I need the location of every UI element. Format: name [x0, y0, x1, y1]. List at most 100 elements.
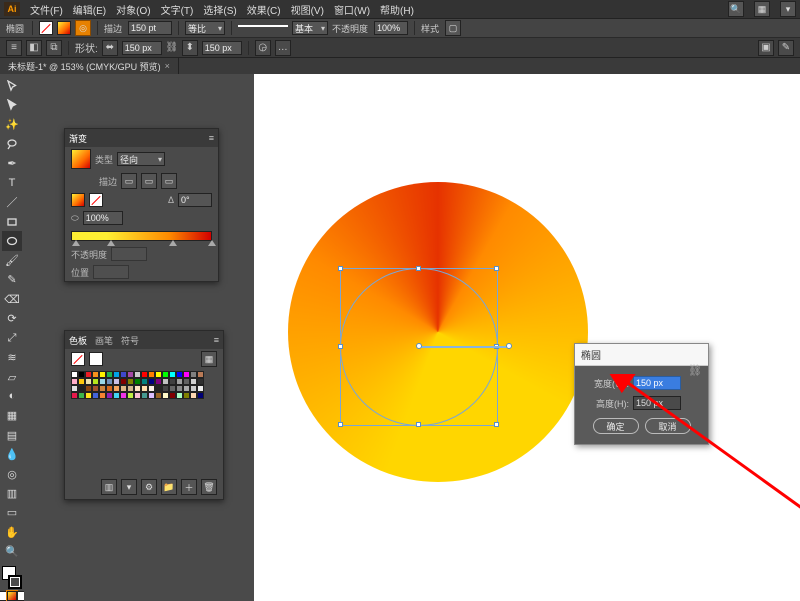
swatch-cell[interactable] [134, 378, 141, 385]
swatch-cell[interactable] [106, 385, 113, 392]
swatch-cell[interactable] [106, 378, 113, 385]
swatch-cell[interactable] [127, 385, 134, 392]
isolate-icon[interactable]: ▣ [758, 40, 774, 56]
new-group-icon[interactable]: 📁 [161, 479, 177, 495]
swatch-cell[interactable] [134, 385, 141, 392]
type-tool[interactable]: T [2, 173, 22, 192]
delete-swatch-icon[interactable]: 🗑 [201, 479, 217, 495]
pen-tool[interactable]: ✒ [2, 154, 22, 173]
swatch-cell[interactable] [85, 378, 92, 385]
swatch-cell[interactable] [71, 378, 78, 385]
gradient-aspect-input[interactable]: 100% [83, 211, 123, 225]
swatch-options-icon[interactable]: ⚙ [141, 479, 157, 495]
swatch-cell[interactable] [134, 371, 141, 378]
color-mode-gradient[interactable] [7, 591, 17, 601]
menu-effect[interactable]: 效果(C) [247, 2, 281, 17]
swatch-cell[interactable] [106, 392, 113, 399]
paintbrush-tool[interactable]: 🖌 [2, 251, 22, 270]
menu-file[interactable]: 文件(F) [30, 2, 63, 17]
panel-menu-icon[interactable]: ≡ [209, 133, 214, 143]
gradient-angle-input[interactable]: 0° [178, 193, 212, 207]
swatch-cell[interactable] [92, 371, 99, 378]
swatch-cell[interactable] [141, 371, 148, 378]
swatch-cell[interactable] [120, 378, 127, 385]
bbox-handle[interactable] [416, 266, 421, 271]
corner-icon[interactable]: ◶ [255, 40, 271, 56]
swatch-cell[interactable] [141, 392, 148, 399]
fill-swatch[interactable] [39, 21, 53, 35]
swatch-view-icon[interactable]: ▦ [201, 351, 217, 367]
eraser-tool[interactable]: ⌫ [2, 290, 22, 309]
lasso-tool[interactable] [2, 134, 22, 153]
swatch-cell[interactable] [85, 371, 92, 378]
more-shape-icon[interactable]: … [275, 40, 291, 56]
swatch-cell[interactable] [127, 378, 134, 385]
swatch-cell[interactable] [99, 392, 106, 399]
swatch-cell[interactable] [106, 371, 113, 378]
shape-builder-tool[interactable]: ◐ [2, 387, 22, 406]
swatch-cell[interactable] [197, 392, 204, 399]
bbox-handle[interactable] [494, 266, 499, 271]
document-tab[interactable]: 未标题-1* @ 153% (CMYK/GPU 预览) × [0, 58, 179, 74]
swatch-cell[interactable] [120, 371, 127, 378]
swatch-cell[interactable] [148, 378, 155, 385]
new-swatch-icon[interactable]: ＋ [181, 479, 197, 495]
gradient-fill-thumb[interactable] [71, 193, 85, 207]
gradient-tool[interactable]: ▤ [2, 426, 22, 445]
gradient-stroke-thumb[interactable] [89, 193, 103, 207]
swatch-cell[interactable] [176, 392, 183, 399]
swatch-cell[interactable] [183, 385, 190, 392]
menu-window[interactable]: 窗口(W) [334, 2, 370, 17]
gradient-annotator[interactable] [419, 346, 509, 348]
swatch-cell[interactable] [148, 371, 155, 378]
bbox-handle[interactable] [338, 344, 343, 349]
bbox-handle[interactable] [338, 266, 343, 271]
panel-menu-icon[interactable]: ≡ [214, 335, 219, 345]
swatch-cell[interactable] [78, 392, 85, 399]
swatch-cell[interactable] [183, 378, 190, 385]
color-mode-solid[interactable] [0, 591, 7, 601]
stroke-box[interactable] [8, 575, 22, 589]
swatch-cell[interactable] [197, 371, 204, 378]
menu-view[interactable]: 视图(V) [291, 2, 324, 17]
swatch-cell[interactable] [162, 371, 169, 378]
swatch-cell[interactable] [176, 371, 183, 378]
swatch-cell[interactable] [99, 378, 106, 385]
swatch-cell[interactable] [134, 392, 141, 399]
stroke-swatch[interactable] [57, 21, 71, 35]
scale-tool[interactable]: ⤢ [2, 328, 22, 347]
swatch-cell[interactable] [127, 392, 134, 399]
menu-object[interactable]: 对象(O) [116, 2, 150, 17]
swatch-cell[interactable] [197, 378, 204, 385]
swatch-cell[interactable] [120, 385, 127, 392]
bbox-handle[interactable] [494, 422, 499, 427]
swatch-cell[interactable] [190, 385, 197, 392]
swatch-cell[interactable] [85, 385, 92, 392]
brush-definition[interactable] [238, 25, 288, 35]
swatch-cell[interactable] [169, 378, 176, 385]
constrain-proportions-icon[interactable]: ⛓ [688, 364, 702, 377]
swatch-cell[interactable] [92, 392, 99, 399]
ok-button[interactable]: 确定 [593, 418, 639, 434]
pencil-tool[interactable]: ✎ [2, 270, 22, 289]
style-dropdown[interactable]: 基本 [292, 21, 328, 35]
swatch-cell[interactable] [78, 371, 85, 378]
align-icon[interactable]: ≡ [6, 40, 22, 56]
shape-width-input[interactable]: 150 px [122, 41, 162, 55]
rotate-tool[interactable]: ⟳ [2, 309, 22, 328]
swatch-cell[interactable] [78, 385, 85, 392]
free-transform-tool[interactable]: ▱ [2, 367, 22, 386]
hand-tool[interactable]: ✋ [2, 523, 22, 542]
swatch-registration[interactable] [89, 352, 103, 366]
gradient-end-handle[interactable] [506, 343, 512, 349]
swatch-cell[interactable] [92, 385, 99, 392]
workspace-switcher[interactable]: ▾ [780, 1, 796, 17]
swatch-libraries-icon[interactable]: ▥ [101, 479, 117, 495]
swatch-cell[interactable] [92, 378, 99, 385]
swatch-cell[interactable] [141, 385, 148, 392]
swatch-cell[interactable] [71, 371, 78, 378]
swatch-cell[interactable] [113, 371, 120, 378]
menu-edit[interactable]: 编辑(E) [73, 2, 106, 17]
gradient-stop-opacity[interactable] [111, 247, 147, 261]
variable-width-profile[interactable]: 等比 [185, 21, 225, 35]
